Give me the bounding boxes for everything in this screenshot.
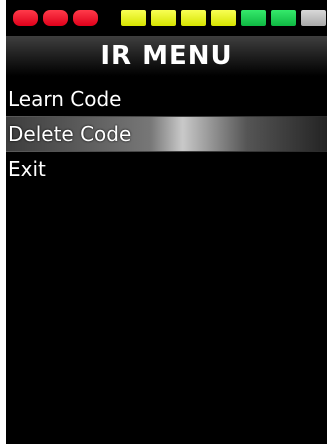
level-meter (13, 10, 327, 26)
level-segment (13, 10, 38, 26)
device-screen: IR MENU Learn Code Delete Code Exit (6, 0, 327, 444)
level-segment (121, 10, 146, 26)
menu-item-label: Learn Code (8, 87, 122, 111)
menu-item-learn-code[interactable]: Learn Code (6, 82, 327, 116)
menu-item-label: Delete Code (8, 122, 132, 146)
level-segment (241, 10, 266, 26)
level-segment (151, 10, 176, 26)
level-segment (43, 10, 68, 26)
level-segment (301, 10, 326, 26)
menu-item-exit[interactable]: Exit (6, 152, 327, 186)
level-segment (271, 10, 296, 26)
level-segment (211, 10, 236, 26)
menu-item-label: Exit (8, 157, 46, 181)
level-segment (73, 10, 98, 26)
ir-menu-list: Learn Code Delete Code Exit (6, 82, 327, 186)
menu-title: IR MENU (6, 36, 327, 76)
level-segment (181, 10, 206, 26)
menu-item-delete-code[interactable]: Delete Code (6, 117, 327, 151)
